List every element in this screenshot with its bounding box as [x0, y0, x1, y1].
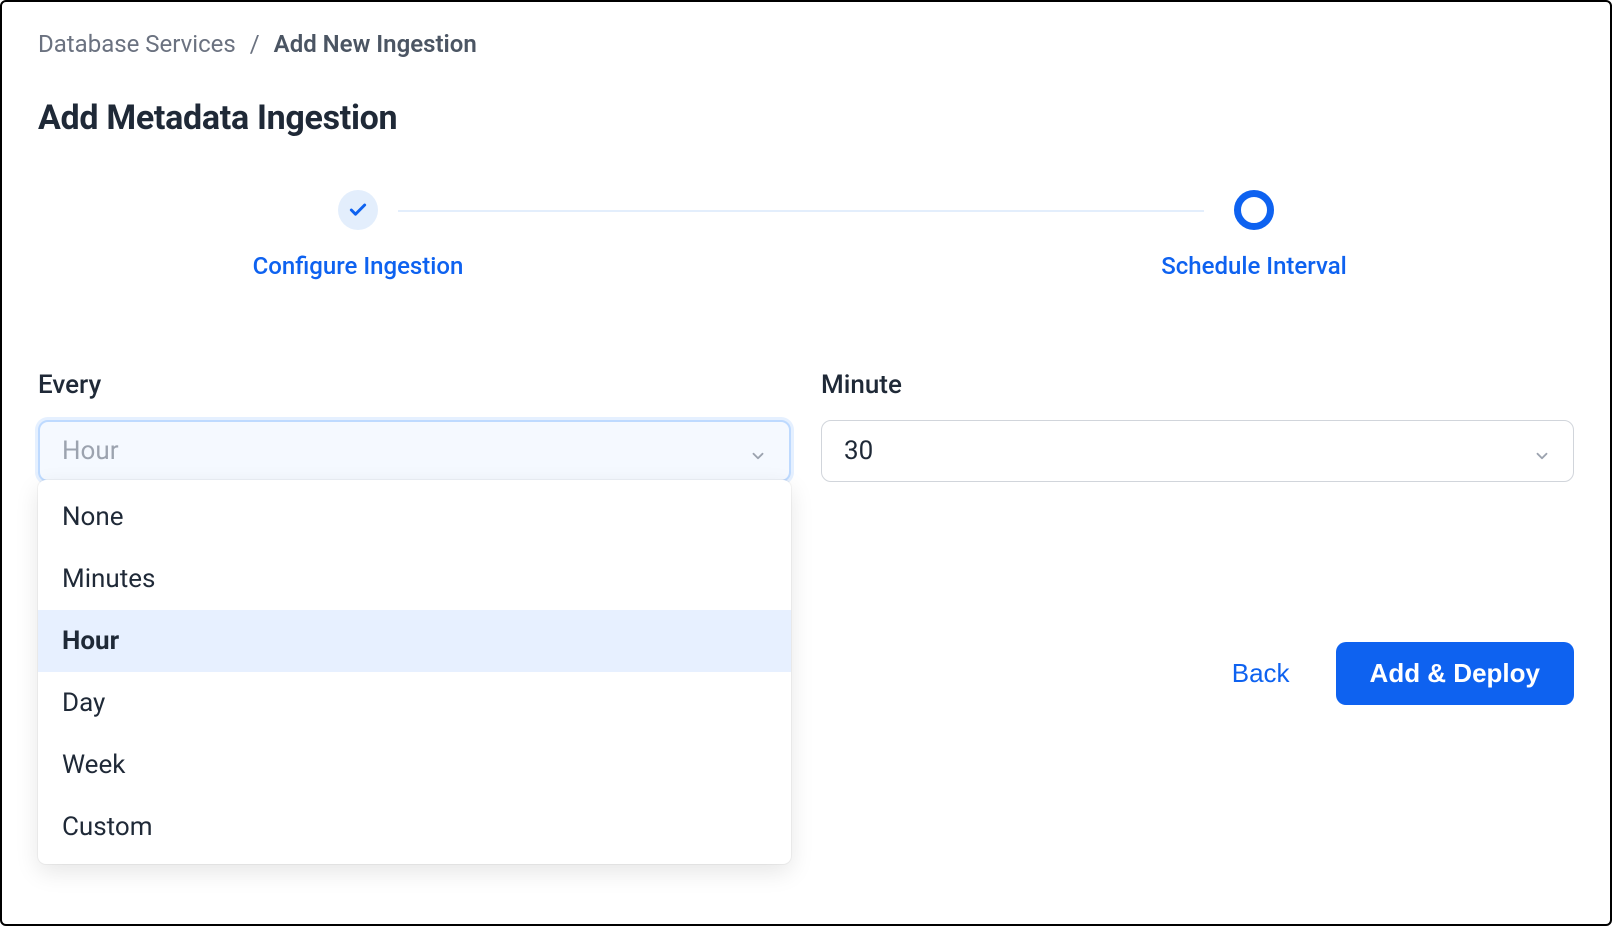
dropdown-option-none[interactable]: None: [38, 486, 791, 548]
dropdown-option-hour[interactable]: Hour: [38, 610, 791, 672]
dropdown-option-minutes[interactable]: Minutes: [38, 548, 791, 610]
step-label-schedule: Schedule Interval: [1161, 252, 1347, 280]
dropdown-every: None Minutes Hour Day Week Custom: [38, 480, 791, 864]
stepper-line: [398, 210, 1204, 212]
select-minute[interactable]: 30: [821, 420, 1574, 482]
label-every: Every: [38, 370, 791, 400]
select-every[interactable]: Hour: [38, 420, 791, 482]
chevron-down-icon: [749, 442, 767, 460]
circle-icon: [1234, 190, 1274, 230]
dropdown-option-custom[interactable]: Custom: [38, 796, 791, 858]
breadcrumb-separator: /: [250, 30, 260, 58]
dropdown-option-day[interactable]: Day: [38, 672, 791, 734]
back-button[interactable]: Back: [1232, 658, 1290, 689]
breadcrumb-root[interactable]: Database Services: [38, 30, 236, 58]
breadcrumb-current: Add New Ingestion: [274, 30, 477, 58]
label-minute: Minute: [821, 370, 1574, 400]
select-minute-value: 30: [844, 436, 873, 466]
field-minute: Minute 30 Back Add & Deploy: [821, 370, 1574, 705]
add-deploy-button[interactable]: Add & Deploy: [1336, 642, 1574, 705]
chevron-down-icon: [1533, 442, 1551, 460]
check-icon: [338, 190, 378, 230]
stepper: Configure Ingestion Schedule Interval: [38, 190, 1574, 280]
breadcrumb: Database Services / Add New Ingestion: [38, 30, 1574, 58]
page-title: Add Metadata Ingestion: [38, 98, 1574, 138]
step-configure-ingestion[interactable]: Configure Ingestion: [238, 190, 478, 280]
step-schedule-interval[interactable]: Schedule Interval: [1134, 190, 1374, 280]
select-every-value: Hour: [62, 436, 119, 466]
dropdown-option-week[interactable]: Week: [38, 734, 791, 796]
step-label-configure: Configure Ingestion: [253, 252, 464, 280]
field-every: Every Hour None Minutes Hour Day Week Cu…: [38, 370, 791, 482]
form-actions: Back Add & Deploy: [821, 642, 1574, 705]
